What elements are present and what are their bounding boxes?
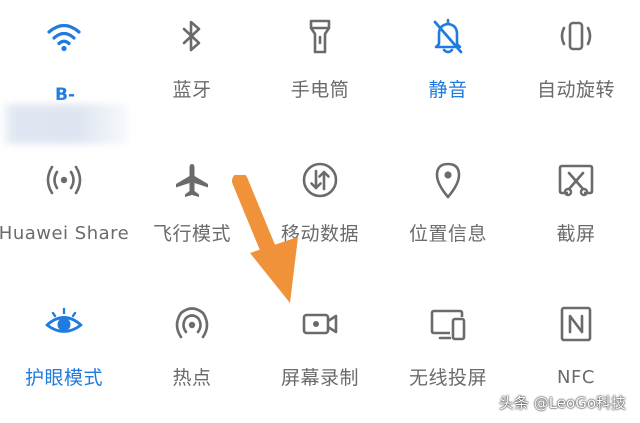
tile-label: 截屏 (556, 223, 596, 245)
screenshot-icon (554, 158, 598, 202)
nfc-icon (554, 302, 598, 346)
wireless-projection-icon (426, 302, 470, 346)
tile-auto-rotate[interactable]: 自动旋转 (512, 14, 640, 134)
eye-icon (42, 302, 86, 346)
tile-label: 护眼模式 (24, 367, 103, 389)
redacted-network-name (0, 104, 128, 144)
tile-eye-comfort[interactable]: 护眼模式 (0, 302, 128, 422)
tile-location[interactable]: 位置信息 (384, 158, 512, 278)
wifi-icon (42, 14, 86, 58)
location-icon (426, 158, 470, 202)
bluetooth-icon (170, 14, 214, 58)
tile-label: 位置信息 (408, 223, 487, 245)
wifi-network-label: B- (55, 85, 76, 105)
tile-label: 蓝牙 (172, 79, 212, 101)
tile-screenshot[interactable]: 截屏 (512, 158, 640, 278)
tile-bluetooth[interactable]: 蓝牙 (128, 14, 256, 134)
tile-label: 自动旋转 (536, 79, 615, 101)
tile-huawei-share[interactable]: Huawei Share (0, 158, 130, 278)
huawei-share-icon (42, 158, 86, 202)
annotation-arrow-icon (232, 175, 298, 303)
tile-label: 无线投屏 (408, 367, 487, 389)
tile-flashlight[interactable]: 手电筒 (256, 14, 384, 134)
flashlight-icon (298, 14, 342, 58)
hotspot-icon (170, 302, 214, 346)
bell-off-icon (426, 14, 470, 58)
tile-wireless-projection[interactable]: 无线投屏 (384, 302, 512, 422)
watermark: 头条 @LeoGo科技 (498, 394, 626, 412)
tile-label: 手电筒 (290, 79, 350, 101)
tile-label: 屏幕录制 (280, 367, 359, 389)
tile-silent[interactable]: 静音 (384, 14, 512, 134)
tile-label: Huawei Share (0, 223, 130, 244)
quick-settings-panel: B- 蓝牙 手电筒 静音 自动旋转 Huawei Share 飞行模式 移动数据… (0, 0, 640, 423)
tile-label: 静音 (428, 79, 468, 101)
tile-label: 热点 (172, 367, 212, 389)
auto-rotate-icon (554, 14, 598, 58)
airplane-icon (170, 158, 214, 202)
tile-label: NFC (557, 367, 595, 388)
